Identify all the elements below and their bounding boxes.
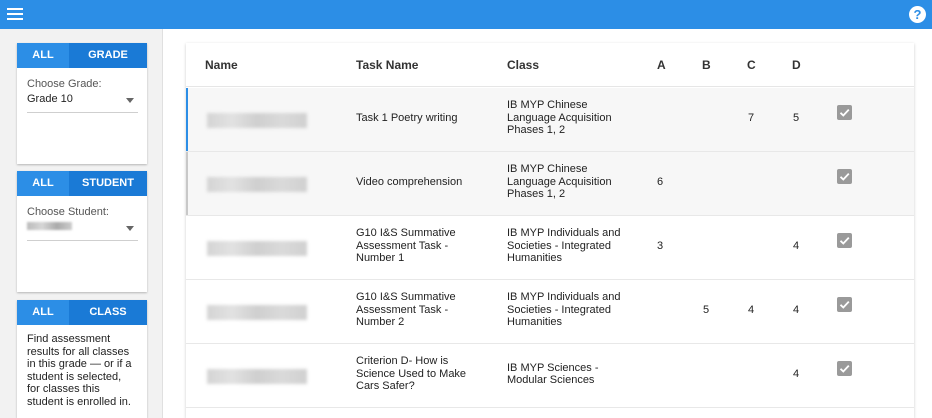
class-cell-line: Phases 1, 2 — [507, 188, 566, 201]
task-name-cell: Video comprehension — [356, 176, 462, 189]
class-cell-line: Modular Sciences — [507, 374, 595, 386]
table-row[interactable]: G10 I&S Summative Assessment Task - Number… — [186, 216, 914, 280]
task-name-cell-line: Task 1 Poetry writing — [356, 111, 458, 124]
table-row[interactable]: Task 1 Poetry writing IB MYP Chinese Langu… — [186, 88, 914, 152]
score-a-cell: 6 — [656, 176, 664, 188]
student-select[interactable] — [27, 221, 138, 241]
class-cell-line: IB MYP Chinese — [507, 163, 588, 176]
menu-icon[interactable] — [7, 8, 23, 21]
task-name-cell-line: Video comprehension — [356, 175, 463, 188]
column-header-task-name[interactable]: Task Name — [356, 58, 418, 72]
task-name-cell-line: Criterion D- How is — [356, 355, 449, 368]
score-d-cell: 5 — [792, 112, 800, 124]
grade-filter-tabs: ALL GRADE — [17, 43, 147, 68]
score-d-cell: 4 — [792, 304, 800, 316]
class-cell-line: Phases 1, 2 — [507, 124, 566, 137]
task-name-cell-line: G10 I&S Summative — [356, 227, 456, 240]
redacted-student-name — [207, 369, 307, 384]
column-header-name[interactable]: Name — [205, 58, 238, 72]
class-cell-line: Language Acquisition — [507, 175, 612, 188]
class-cell-line: Humanities — [507, 252, 563, 265]
student-filter-card: ALL STUDENT Choose Student: — [17, 171, 147, 292]
class-cell-line: Societies - Integrated — [507, 239, 611, 252]
score-c-cell: 4 — [747, 304, 755, 316]
class-cell-line: IB MYP Individuals and — [507, 291, 621, 304]
column-header-d[interactable]: D — [792, 58, 801, 72]
checkbox-checked-icon[interactable] — [837, 361, 852, 376]
task-name-cell-line: Cars Safer? — [356, 380, 415, 393]
grade-select[interactable]: Grade 10 — [27, 93, 138, 113]
redacted-student-name — [207, 305, 307, 320]
class-cell: IB MYP Individuals and Societies - Integr… — [507, 291, 621, 329]
top-app-bar: ? — [0, 0, 932, 29]
table-row[interactable]: Criterion D- How is Science Used to Make C… — [186, 344, 914, 408]
class-cell-line: IB MYP Sciences - — [507, 361, 599, 374]
score-a-cell: 3 — [656, 240, 664, 252]
task-name-cell-line: Science Used to Make — [356, 367, 467, 380]
task-name-cell-line: Assessment Task - — [356, 303, 449, 316]
help-icon[interactable]: ? — [909, 6, 926, 23]
tab-all-students[interactable]: ALL — [17, 171, 69, 196]
tab-all-classes[interactable]: ALL — [17, 300, 69, 325]
column-header-a[interactable]: A — [657, 58, 666, 72]
class-cell: IB MYP Chinese Language Acquisition Phases… — [507, 163, 612, 201]
class-cell: IB MYP Sciences - Modular Sciences — [507, 362, 599, 387]
tab-all-grades[interactable]: ALL — [17, 43, 69, 68]
redacted-student-name — [207, 177, 307, 192]
checkbox-checked-icon[interactable] — [837, 105, 852, 120]
task-name-cell: Task 1 Poetry writing — [356, 112, 457, 125]
score-c-cell: 7 — [747, 112, 755, 124]
choose-student-label: Choose Student: — [27, 206, 109, 218]
table-header: Name Task Name Class A B C D — [186, 43, 914, 87]
student-filter-tabs: ALL STUDENT — [17, 171, 147, 196]
class-cell-line: IB MYP Chinese — [507, 99, 588, 112]
checkbox-checked-icon[interactable] — [837, 169, 852, 184]
filter-sidebar: ALL GRADE Choose Grade: Grade 10 ALL STU… — [0, 29, 163, 418]
class-cell-line: Societies - Integrated — [507, 303, 611, 316]
redacted-student-name — [207, 241, 307, 256]
class-cell-line: Language Acquisition — [507, 111, 612, 124]
class-cell-line: IB MYP Individuals and — [507, 227, 621, 240]
class-cell: IB MYP Individuals and Societies - Integr… — [507, 227, 621, 265]
tab-grade[interactable]: GRADE — [69, 43, 147, 68]
tab-student[interactable]: STUDENT — [69, 171, 147, 196]
row-selection-indicator — [186, 152, 188, 215]
dropdown-caret-icon — [126, 226, 134, 231]
class-filter-description: Find assessment results for all classes … — [27, 333, 132, 408]
column-header-class[interactable]: Class — [507, 58, 539, 72]
column-header-b[interactable]: B — [702, 58, 711, 72]
redacted-student-name — [207, 113, 307, 128]
row-selection-indicator — [186, 88, 188, 151]
checkbox-checked-icon[interactable] — [837, 297, 852, 312]
class-cell: IB MYP Chinese Language Acquisition Phases… — [507, 99, 612, 137]
checkbox-checked-icon[interactable] — [837, 233, 852, 248]
grade-select-value: Grade 10 — [27, 93, 73, 105]
tab-class[interactable]: CLASS — [69, 300, 147, 325]
column-header-c[interactable]: C — [747, 58, 756, 72]
score-d-cell: 4 — [792, 240, 800, 252]
class-cell-line: Humanities — [507, 316, 563, 329]
grade-filter-card: ALL GRADE Choose Grade: Grade 10 — [17, 43, 147, 164]
choose-grade-label: Choose Grade: — [27, 78, 102, 90]
class-filter-card: ALL CLASS Find assessment results for al… — [17, 300, 147, 418]
task-name-cell: G10 I&S Summative Assessment Task - Number… — [356, 227, 456, 265]
task-name-cell-line: G10 I&S Summative — [356, 291, 456, 304]
dropdown-caret-icon — [126, 98, 134, 103]
assessment-results-table: Name Task Name Class A B C D Task 1 Poet… — [186, 43, 914, 418]
task-name-cell-line: Number 2 — [356, 316, 405, 329]
task-name-cell: G10 I&S Summative Assessment Task - Number… — [356, 291, 456, 329]
table-row[interactable]: Video comprehension IB MYP Chinese Languag… — [186, 152, 914, 216]
score-b-cell: 5 — [702, 304, 710, 316]
task-name-cell-line: Number 1 — [356, 252, 405, 265]
task-name-cell-line: Assessment Task - — [356, 239, 449, 252]
redacted-student-name — [27, 222, 72, 230]
table-row[interactable]: G10 I&S Summative Assessment Task - Number… — [186, 280, 914, 344]
task-name-cell: Criterion D- How is Science Used to Make C… — [356, 355, 466, 393]
score-d-cell: 4 — [792, 368, 800, 380]
class-filter-tabs: ALL CLASS — [17, 300, 147, 325]
